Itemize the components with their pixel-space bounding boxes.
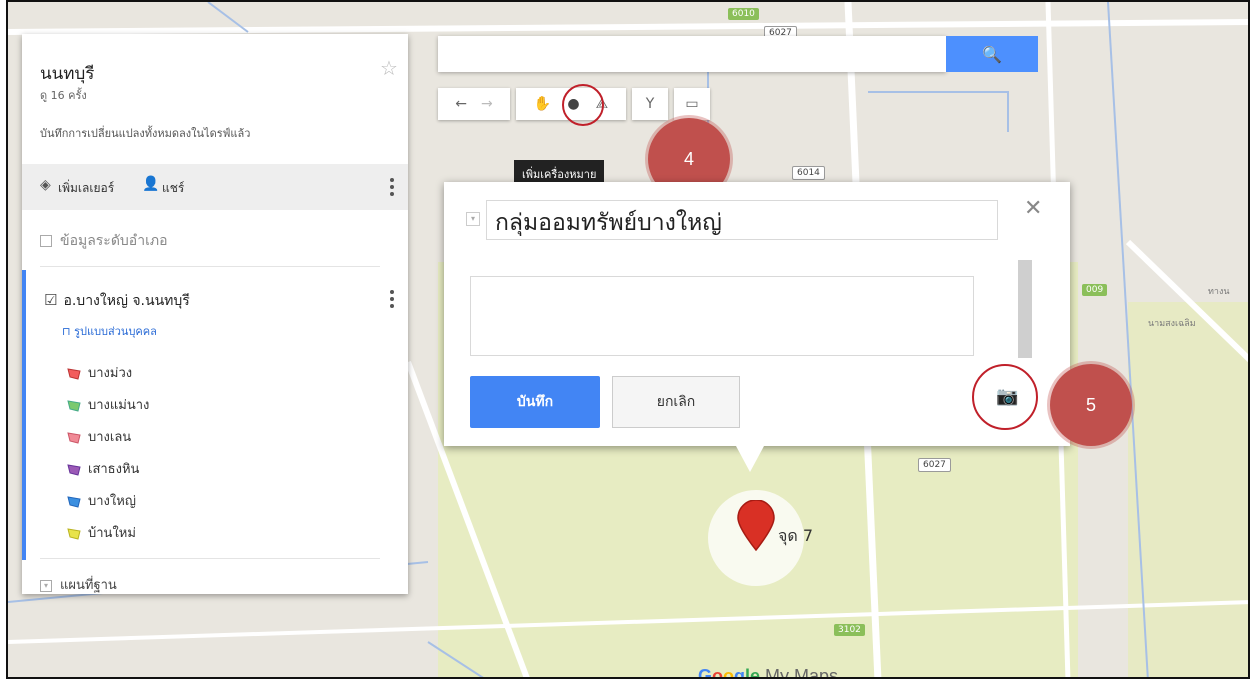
checkbox-checked-icon[interactable]: ☑ <box>44 291 57 309</box>
marker-description-input[interactable] <box>470 276 974 356</box>
divider <box>40 558 380 559</box>
road-shield: 3102 <box>834 624 865 636</box>
ruler-icon: ▭ <box>685 96 699 112</box>
info-window-tail <box>736 446 764 472</box>
list-item[interactable]: เสาธงหิน <box>66 458 139 479</box>
layer-district-data[interactable]: ข้อมูลระดับอำเภอ <box>40 230 168 252</box>
panel-actions: ◈ เพิ่มเลเยอร์ 👤 แชร์ <box>22 164 408 210</box>
add-person-icon: 👤 <box>142 176 160 192</box>
layer-label: อ.บางใหญ่ จ.นนทบุรี <box>63 293 190 309</box>
map-title[interactable]: นนทบุรี <box>40 60 94 87</box>
list-item[interactable]: บางเลน <box>66 426 131 447</box>
divider <box>40 266 380 267</box>
save-button[interactable]: บันทึก <box>470 376 600 428</box>
search-button[interactable]: 🔍 <box>946 36 1038 72</box>
screenshot-frame: 6010 6027 6014 6027 3102 009 ทางน นามสงเ… <box>6 0 1250 679</box>
paint-roller-icon: ⊓ <box>62 325 75 338</box>
step-callout-5: 5 <box>1050 364 1132 446</box>
active-layer-indicator <box>22 270 26 560</box>
road-shield: 6027 <box>918 458 951 472</box>
list-item[interactable]: บางแม่นาง <box>66 394 149 415</box>
search-input[interactable] <box>438 36 946 72</box>
layer-label: ข้อมูลระดับอำเภอ <box>60 233 168 249</box>
polygon-icon <box>67 431 81 444</box>
directions-button[interactable]: Y <box>632 88 668 120</box>
map-sidebar-panel: นนทบุรี ดู 16 ครั้ง บันทึกการเปลี่ยนแปลง… <box>22 34 408 594</box>
measure-button[interactable]: ▭ <box>674 88 710 120</box>
view-count: ดู 16 ครั้ง <box>40 89 87 102</box>
polygon-icon <box>67 495 81 508</box>
polygon-icon <box>67 527 81 540</box>
list-item[interactable]: บางใหญ่ <box>66 490 136 511</box>
road-shield: 6014 <box>792 166 825 180</box>
cancel-button[interactable]: ยกเลิก <box>612 376 740 428</box>
directions-icon: Y <box>645 96 655 112</box>
style-dropdown-icon[interactable]: ▾ <box>466 212 480 226</box>
close-icon[interactable]: ✕ <box>1024 196 1042 221</box>
scrollbar[interactable] <box>1018 260 1032 358</box>
individual-style-link[interactable]: ⊓ รูปแบบส่วนบุคคล <box>62 322 157 340</box>
google-my-maps-logo: Google My Maps <box>698 666 839 679</box>
star-icon[interactable]: ☆ <box>380 56 398 80</box>
highlight-circle <box>972 364 1038 430</box>
layer-checkbox[interactable] <box>40 235 52 247</box>
list-item[interactable]: บางม่วง <box>66 362 132 383</box>
polygon-icon <box>67 463 81 476</box>
road-shield: 6010 <box>728 8 759 20</box>
road-label: ทางน <box>1208 287 1230 297</box>
more-options-icon[interactable] <box>390 178 394 196</box>
marker-pin-icon <box>737 500 775 552</box>
list-item[interactable]: บ้านใหม่ <box>66 522 136 543</box>
collapse-icon[interactable]: ▾ <box>40 579 52 592</box>
road-shield: 009 <box>1082 284 1108 296</box>
search-icon: 🔍 <box>982 44 1002 64</box>
marker-label: จุด 7 <box>778 526 814 545</box>
layer-bangyai[interactable]: ☑ อ.บางใหญ่ จ.นนทบุรี <box>44 290 190 312</box>
save-status: บันทึกการเปลี่ยนแปลงทั้งหมดลงในไดรฟ์แล้ว <box>40 127 251 140</box>
road-label: นามสงเฉลิม <box>1148 319 1196 329</box>
redo-icon[interactable]: → <box>481 96 493 112</box>
add-layer-button[interactable]: เพิ่มเลเยอร์ <box>58 179 114 198</box>
polygon-icon <box>67 367 81 380</box>
layers-icon: ◈ <box>40 177 51 193</box>
hand-icon[interactable]: ✋ <box>534 96 551 112</box>
marker-title-input[interactable]: กลุ่มออมทรัพย์บางใหญ่ <box>486 200 998 240</box>
undo-icon[interactable]: ← <box>455 96 467 112</box>
undo-redo-group: ← → <box>438 88 510 120</box>
layer-more-options-icon[interactable] <box>390 290 394 308</box>
share-button[interactable]: แชร์ <box>162 179 184 198</box>
basemap-section[interactable]: ▾ แผนที่ฐาน <box>40 574 117 594</box>
highlight-circle <box>562 84 604 126</box>
polygon-icon <box>67 399 81 412</box>
